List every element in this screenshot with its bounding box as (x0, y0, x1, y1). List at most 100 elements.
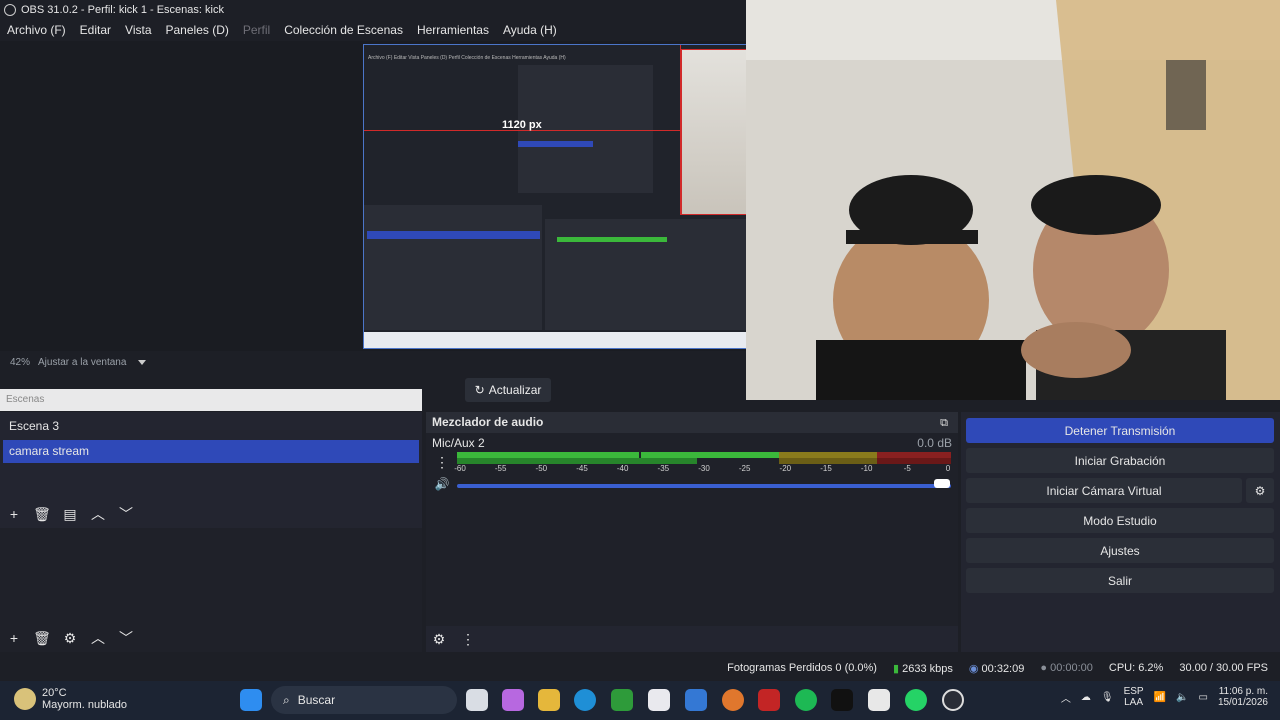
fps: 30.00 / 30.00 FPS (1179, 662, 1268, 674)
start-recording-button[interactable]: Iniciar Grabación (966, 448, 1274, 473)
menu-editar[interactable]: Editar (73, 23, 118, 37)
editor-icon[interactable] (685, 689, 707, 711)
weather-widget[interactable]: 20°C Mayorm. nublado (14, 687, 127, 711)
task-view-icon[interactable] (466, 689, 488, 711)
game-icon[interactable] (758, 689, 780, 711)
browser-icon[interactable] (722, 689, 744, 711)
zoom-percent: 42% (10, 356, 31, 368)
zoom-mode-select[interactable]: Ajustar a la ventana (38, 357, 126, 368)
tiktok-icon[interactable] (831, 689, 853, 711)
more-vertical-icon[interactable]: ⋮ (434, 454, 450, 470)
menu-perfil: Perfil (242, 23, 271, 37)
menu-bar: Archivo (F) Editar Vista Paneles (D) Per… (0, 19, 760, 41)
windows-start-icon[interactable] (240, 689, 262, 711)
dock-icon[interactable]: ⧉ (936, 415, 952, 431)
nested-mixer-panel (545, 219, 746, 330)
lang-code: ESP (1123, 686, 1144, 697)
scenes-panel: Escena 3 camara stream + 🗑 ▤ ︿ ﹀ (0, 412, 422, 528)
refresh-button[interactable]: ↻ Actualizar (465, 378, 551, 402)
controls-panel: Detener Transmisión Iniciar Grabación In… (961, 412, 1280, 652)
filter-icon[interactable]: ▤ (62, 506, 78, 522)
virtual-camera-settings-icon[interactable]: ⚙ (1246, 478, 1274, 503)
clock-date: 15/01/2026 (1217, 697, 1268, 708)
menu-herramientas[interactable]: Herramientas (410, 23, 496, 37)
menu-coleccion-escenas[interactable]: Colección de Escenas (277, 23, 410, 37)
wifi-icon[interactable]: 📶 (1154, 692, 1166, 703)
cpu-usage: CPU: 6.2% (1108, 662, 1164, 674)
edge-icon[interactable] (574, 689, 596, 711)
measure-label: 1120 px (502, 119, 542, 131)
volume-icon[interactable]: 🔈 (1176, 692, 1188, 703)
stop-stream-button[interactable]: Detener Transmisión (966, 418, 1274, 443)
meter-tick-label: -40 (616, 464, 629, 473)
sources-panel: + 🗑 ⚙ ︿ ﹀ (0, 528, 422, 652)
stream-time-value: 00:32:09 (981, 662, 1025, 675)
preview-zoom-bar: 42% Ajustar a la ventana (0, 353, 760, 371)
refresh-label: Actualizar (488, 383, 542, 397)
add-icon[interactable]: + (6, 506, 22, 522)
volume-slider[interactable] (457, 484, 951, 488)
webcam-frame (746, 0, 1280, 400)
chevron-down-icon[interactable] (138, 359, 147, 365)
chevron-down-icon[interactable]: ﹀ (118, 630, 134, 646)
meter-tick-label: -15 (820, 464, 832, 473)
meter-tick-label: -10 (860, 464, 873, 473)
start-virtual-camera-button[interactable]: Iniciar Cámara Virtual (966, 478, 1242, 503)
status-bar: Fotogramas Perdidos 0 (0.0%) ▮ 2633 kbps… (0, 656, 1280, 680)
exit-button[interactable]: Salir (966, 568, 1274, 593)
scene-item-selected[interactable]: camara stream (3, 440, 419, 463)
nested-webcam-source (681, 49, 746, 215)
spotify-icon[interactable] (795, 689, 817, 711)
mixer-settings-icon[interactable]: ⚙ (431, 631, 447, 647)
obs-logo-icon (4, 3, 16, 16)
menu-ayuda[interactable]: Ayuda (H) (496, 23, 564, 37)
weather-icon (14, 688, 36, 710)
microphone-icon[interactable]: 🎙 (1101, 692, 1114, 703)
xbox-icon[interactable] (611, 689, 633, 711)
speaker-icon[interactable]: 🔊 (434, 476, 450, 492)
webcam-video (746, 0, 1280, 400)
clock[interactable]: 11:06 p. m. 15/01/2026 (1218, 686, 1268, 708)
meter-tick-label: -5 (903, 464, 911, 473)
menu-paneles[interactable]: Paneles (D) (159, 23, 236, 37)
meter-tick-label: -25 (738, 464, 751, 473)
copilot-icon[interactable] (502, 689, 524, 711)
clock-time: 11:06 p. m. (1218, 686, 1268, 697)
more-vertical-icon[interactable]: ⋮ (460, 631, 476, 647)
chevron-up-icon[interactable]: ︿ (90, 630, 106, 646)
trash-icon[interactable]: 🗑 (33, 630, 51, 646)
whatsapp-icon[interactable] (905, 689, 927, 711)
java-icon[interactable] (868, 689, 890, 711)
meter-tick-label: -20 (779, 464, 792, 473)
chevron-up-icon[interactable]: ︿ (1061, 690, 1071, 705)
add-icon[interactable]: + (6, 630, 22, 646)
file-explorer-icon[interactable] (538, 689, 560, 711)
chevron-down-icon[interactable]: ﹀ (118, 506, 134, 522)
meter-tick-label: 0 (945, 464, 951, 473)
audio-mixer-panel: Mezclador de audio ⧉ Mic/Aux 2 0.0 dB ⋮ … (426, 412, 958, 652)
gear-icon[interactable]: ⚙ (62, 630, 78, 646)
volume-slider-knob[interactable] (934, 479, 950, 488)
menu-archivo[interactable]: Archivo (F) (0, 23, 73, 37)
battery-icon[interactable]: ▭ (1198, 692, 1207, 703)
lang-sub: LAA (1124, 697, 1144, 708)
settings-button[interactable]: Ajustes (966, 538, 1274, 563)
window-title: OBS 31.0.2 - Perfil: kick 1 - Escenas: k… (21, 3, 224, 16)
scenes-panel-title: Escenas (0, 389, 422, 411)
studio-mode-button[interactable]: Modo Estudio (966, 508, 1274, 533)
nested-scene-selected (367, 231, 540, 239)
trash-icon[interactable]: 🗑 (33, 506, 51, 522)
taskbar-search[interactable]: ⌕ Buscar (271, 686, 457, 714)
chevron-up-icon[interactable]: ︿ (90, 506, 106, 522)
dropped-frames: Fotogramas Perdidos 0 (0.0%) (727, 662, 877, 674)
obs-taskbar-icon[interactable] (942, 689, 964, 711)
store-icon[interactable] (648, 689, 670, 711)
nested-display-capture[interactable]: Archivo (F) Editar Vista Paneles (D) Per… (363, 44, 747, 349)
menu-vista[interactable]: Vista (118, 23, 158, 37)
nested-menu-strip: Archivo (F) Editar Vista Paneles (D) Per… (368, 55, 566, 61)
onedrive-icon[interactable]: ☁ (1081, 692, 1091, 703)
scene-item[interactable]: Escena 3 (3, 415, 419, 438)
audio-meter (457, 452, 951, 464)
mixer-footer: ⚙ ⋮ (426, 626, 958, 652)
language-indicator[interactable]: ESP LAA (1124, 686, 1144, 708)
